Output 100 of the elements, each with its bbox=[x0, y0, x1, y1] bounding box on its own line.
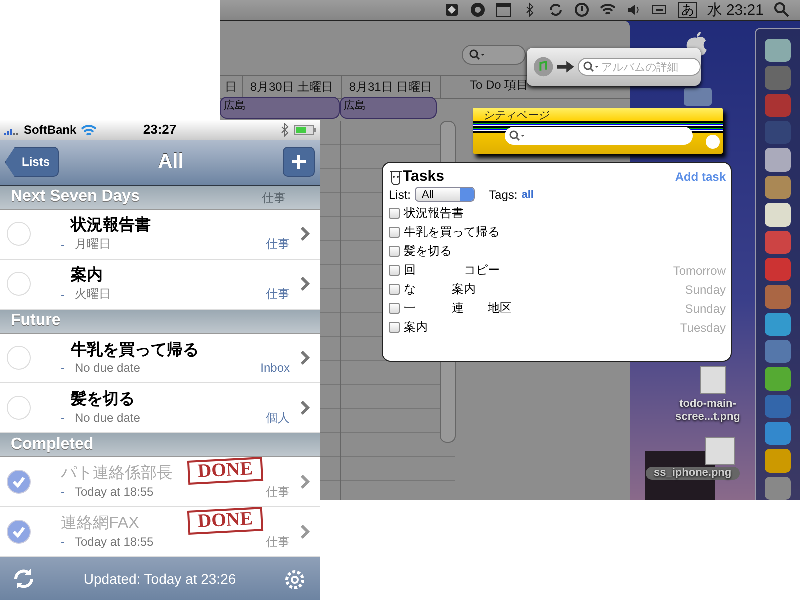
task-title: 牛乳を買って帰る bbox=[71, 340, 199, 362]
app-icon[interactable] bbox=[765, 148, 791, 172]
chevron-icon bbox=[300, 524, 310, 539]
task-checkbox[interactable] bbox=[389, 284, 400, 295]
input-method-indicator[interactable]: あ bbox=[678, 2, 698, 18]
calendar-event[interactable]: 広島 bbox=[220, 97, 340, 119]
bullet-mark: - bbox=[61, 361, 65, 376]
file-label[interactable]: todo-main-scree...t.png bbox=[658, 398, 758, 424]
task-checkbox[interactable] bbox=[389, 303, 400, 314]
task-row[interactable]: 状況報告書 - 月曜日 仕事 bbox=[0, 210, 320, 260]
task-text: 牛乳を買って帰る bbox=[404, 224, 500, 241]
task-text: 一 連 地区 bbox=[404, 300, 512, 317]
wifi-icon bbox=[80, 124, 97, 136]
menu-clock[interactable]: 水 23:21 bbox=[707, 0, 764, 20]
add-button[interactable] bbox=[282, 147, 315, 178]
carrier-name: SoftBank bbox=[24, 122, 77, 137]
app-icon[interactable] bbox=[765, 449, 791, 473]
search-icon bbox=[469, 49, 485, 61]
widget-title: シティページ bbox=[483, 109, 549, 123]
bluetooth-icon bbox=[280, 122, 290, 137]
task-due-date: Sunday bbox=[685, 282, 726, 296]
calendar-event[interactable]: 広島 bbox=[340, 97, 437, 119]
task-text: 回 コピー bbox=[404, 262, 500, 279]
app-icon[interactable] bbox=[765, 312, 791, 336]
due-date: 火曜日 bbox=[75, 286, 111, 304]
search-icon bbox=[582, 61, 599, 73]
bullet-mark: - bbox=[61, 535, 65, 550]
task-title: 案内 bbox=[71, 265, 103, 286]
task-title: 連絡網FAX bbox=[61, 514, 140, 534]
task-text: な 案内 bbox=[404, 281, 476, 298]
list-tag: Inbox bbox=[260, 361, 290, 376]
todo-header: To Do 項目 bbox=[469, 77, 530, 94]
checked-circle-icon[interactable] bbox=[7, 470, 31, 494]
due-date: No due date bbox=[75, 411, 140, 426]
chevron-icon bbox=[300, 350, 310, 365]
task-checkbox[interactable] bbox=[389, 322, 400, 333]
arrow-icon bbox=[557, 61, 575, 73]
chevron-icon bbox=[300, 474, 310, 489]
tags-link[interactable]: all bbox=[522, 188, 534, 200]
task-title: 状況報告書 bbox=[71, 215, 151, 236]
list-tag: 仕事 bbox=[266, 534, 290, 551]
app-icon[interactable] bbox=[765, 367, 791, 391]
task-text: 案内 bbox=[404, 319, 428, 336]
widget-title: Tasks bbox=[403, 168, 444, 185]
refresh-icon[interactable] bbox=[12, 566, 36, 591]
task-text: 髪を切る bbox=[404, 243, 452, 260]
section-title: Next Seven Days bbox=[11, 188, 140, 206]
image-file-icon[interactable] bbox=[700, 366, 726, 394]
go-button[interactable] bbox=[706, 135, 720, 149]
image-file-icon[interactable] bbox=[705, 437, 735, 465]
task-row[interactable]: 牛乳を買って帰る - No due date Inbox bbox=[0, 334, 320, 384]
list-tag: 個人 bbox=[266, 410, 290, 427]
task-text: 状況報告書 bbox=[404, 205, 464, 222]
bullet-mark: - bbox=[61, 485, 65, 500]
search-field[interactable] bbox=[462, 45, 526, 65]
chevron-icon bbox=[300, 400, 310, 415]
list-label: List: bbox=[389, 188, 412, 202]
done-stamp: DONE bbox=[187, 507, 264, 536]
list-dropdown[interactable]: All bbox=[415, 187, 476, 202]
bullet-mark: - bbox=[61, 288, 65, 302]
task-due-date: Sunday bbox=[685, 302, 726, 316]
back-button[interactable]: Lists bbox=[5, 147, 60, 178]
section-title: Completed bbox=[11, 436, 94, 454]
task-title: パト連絡係部長 bbox=[61, 464, 173, 484]
task-checkbox[interactable] bbox=[389, 246, 400, 257]
done-stamp: DONE bbox=[187, 457, 264, 486]
task-title: 髪を切る bbox=[71, 390, 135, 410]
chevron-icon bbox=[300, 227, 310, 242]
list-tag: 仕事 bbox=[262, 190, 286, 207]
app-icon[interactable] bbox=[765, 176, 791, 200]
task-checkbox[interactable] bbox=[389, 265, 400, 276]
due-date: Today at 18:55 bbox=[75, 485, 154, 500]
list-tag: 仕事 bbox=[266, 286, 290, 304]
list-tag: 仕事 bbox=[266, 236, 290, 254]
status-time: 23:27 bbox=[143, 122, 177, 138]
bullet-mark: - bbox=[61, 411, 65, 426]
search-field[interactable] bbox=[505, 127, 693, 145]
due-date: 月曜日 bbox=[75, 236, 111, 254]
file-label[interactable]: ss_iphone.png bbox=[646, 467, 740, 480]
search-icon bbox=[509, 130, 525, 142]
plus-icon bbox=[290, 154, 307, 170]
tags-label: Tags: bbox=[489, 188, 518, 202]
bullet-mark: - bbox=[61, 238, 65, 252]
section-title: Future bbox=[11, 312, 61, 330]
sync-icon[interactable] bbox=[548, 2, 564, 18]
chevron-icon bbox=[300, 277, 310, 292]
due-date: No due date bbox=[75, 361, 140, 376]
app-icon[interactable] bbox=[765, 203, 791, 227]
task-checkbox[interactable] bbox=[389, 227, 400, 238]
task-due-date: Tomorrow bbox=[673, 264, 726, 278]
update-status: Updated: Today at 23:26 bbox=[84, 570, 236, 587]
list-tag: 仕事 bbox=[266, 484, 290, 501]
due-date: Today at 18:55 bbox=[75, 535, 154, 550]
app-icon[interactable] bbox=[765, 39, 791, 62]
add-task-link[interactable]: Add task bbox=[675, 170, 726, 184]
task-due-date: Tuesday bbox=[680, 320, 726, 334]
checked-circle-icon[interactable] bbox=[7, 520, 31, 544]
task-row[interactable]: パト連絡係部長 - Today at 18:55 仕事 DONE bbox=[0, 457, 320, 508]
task-checkbox[interactable] bbox=[389, 208, 400, 219]
search-icon[interactable] bbox=[774, 2, 790, 18]
